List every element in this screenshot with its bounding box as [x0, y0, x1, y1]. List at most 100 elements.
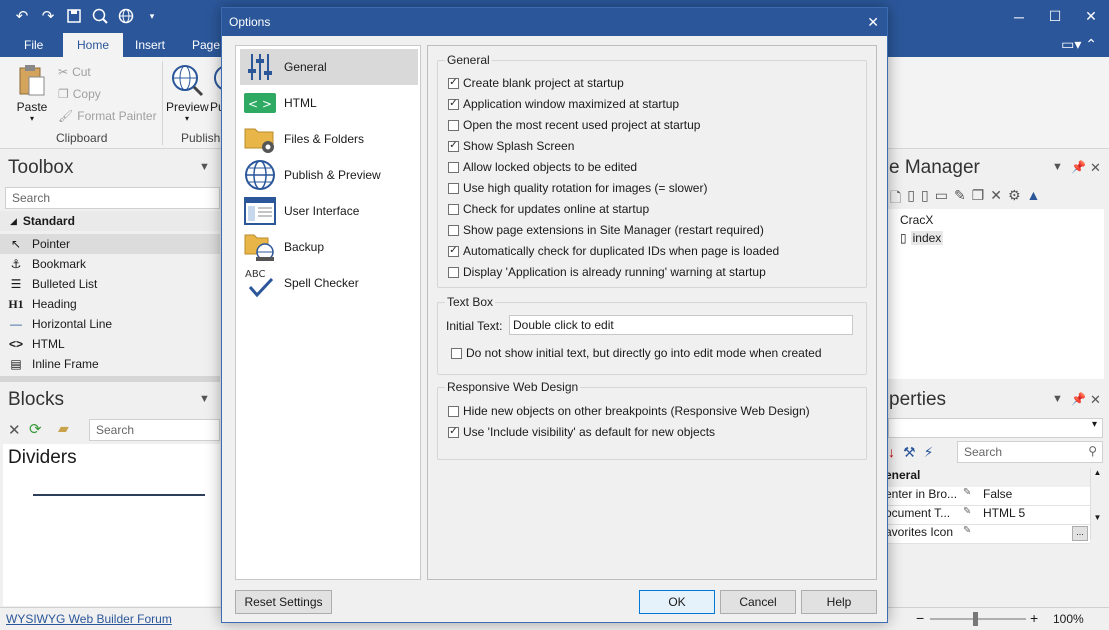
toolbox-item-html[interactable]: <> HTML — [0, 334, 220, 354]
option-high-quality-rotation[interactable]: Use high quality rotation for images (= … — [448, 181, 707, 195]
checkbox[interactable]: ✓ — [448, 426, 459, 438]
toolbox-item-pointer[interactable]: ↖ Pointer — [0, 234, 220, 254]
up-icon[interactable]: ▲ — [1027, 187, 1041, 211]
close-button[interactable]: ✕ — [1073, 0, 1109, 33]
page-icon[interactable]: ▯ — [907, 187, 915, 211]
panel-close-icon[interactable]: ✕ — [1090, 160, 1101, 176]
properties-section[interactable]: eneral — [885, 468, 920, 482]
preview-icon[interactable] — [90, 6, 110, 26]
option-open-recent-project[interactable]: Open the most recent used project at sta… — [448, 118, 700, 132]
folder-icon[interactable]: ▰ — [58, 420, 69, 437]
customize-icon[interactable]: ▾ — [142, 6, 162, 26]
pin-icon[interactable]: 📌 — [1071, 392, 1086, 406]
maximize-button[interactable]: ☐ — [1037, 0, 1073, 33]
option-window-maximized[interactable]: ✓ Application window maximized at startup — [448, 97, 679, 111]
checkbox[interactable] — [448, 161, 459, 173]
toolbox-item-horizontal-line[interactable]: — Horizontal Line — [0, 314, 220, 334]
nav-item-files-folders[interactable]: Files & Folders — [240, 121, 418, 157]
toolbox-item-inline-frame[interactable]: ▤ Inline Frame — [0, 354, 220, 374]
checkbox[interactable]: ✓ — [448, 245, 459, 257]
edit-icon[interactable]: ✎ — [963, 506, 983, 524]
page-copy-icon[interactable]: ▯ — [921, 187, 929, 211]
toolbox-search-input[interactable]: Search — [5, 187, 220, 209]
save-icon[interactable] — [64, 6, 84, 26]
tab-home[interactable]: Home — [63, 33, 124, 57]
ellipsis-button[interactable]: ... — [1072, 526, 1088, 541]
nav-item-html[interactable]: < > HTML — [240, 85, 418, 121]
checkbox[interactable] — [448, 203, 459, 215]
pin-icon[interactable]: 📌 — [1071, 160, 1086, 174]
property-row[interactable]: enter in Bro... ✎ False — [885, 487, 1090, 506]
toolbox-item-heading[interactable]: H1 Heading — [0, 294, 220, 314]
option-already-running-warning[interactable]: Display 'Application is already running'… — [448, 265, 766, 279]
object-selector[interactable]: ▾ — [888, 418, 1103, 438]
blocks-menu-icon[interactable]: ▼ — [199, 393, 210, 405]
undo-icon[interactable]: ↶ — [12, 6, 32, 26]
tab-insert[interactable]: Insert — [121, 33, 179, 57]
sort-az-icon[interactable]: ↓ — [888, 444, 895, 461]
dialog-close-button[interactable]: ✕ — [867, 8, 879, 36]
checkbox[interactable]: ✓ — [448, 98, 459, 110]
edit-icon[interactable]: ✎ — [963, 525, 983, 543]
folder-icon[interactable]: ▭ — [935, 187, 948, 211]
zoom-slider[interactable] — [930, 618, 1026, 620]
nav-item-backup[interactable]: Backup — [240, 229, 418, 265]
zoom-in-button[interactable]: + — [1030, 610, 1038, 626]
initial-text-input[interactable]: Double click to edit — [509, 315, 853, 335]
option-direct-edit-mode[interactable]: Do not show initial text, but directly g… — [451, 346, 822, 360]
site-root[interactable]: CracX — [900, 213, 933, 227]
edit-icon[interactable]: ✎ — [963, 487, 983, 505]
publish-icon[interactable] — [116, 6, 136, 26]
option-show-splash-screen[interactable]: ✓ Show Splash Screen — [448, 139, 574, 153]
forum-link[interactable]: WYSIWYG Web Builder Forum — [6, 612, 172, 626]
delete-icon[interactable]: ✕ — [8, 421, 21, 439]
checkbox[interactable] — [448, 224, 459, 236]
minimize-button[interactable]: ─ — [1001, 0, 1037, 33]
zoom-out-button[interactable]: − — [916, 610, 924, 626]
copy-button[interactable]: ❐ Copy — [58, 87, 101, 101]
properties-scrollbar[interactable]: ▲ ▼ — [1090, 468, 1104, 540]
wrench-icon[interactable]: ⚒ — [903, 444, 916, 461]
property-row[interactable]: avorites Icon ✎... — [885, 525, 1090, 544]
preview-button[interactable]: Preview ▾ — [166, 63, 209, 123]
checkbox[interactable] — [451, 347, 462, 359]
toolbox-menu-icon[interactable]: ▼ — [199, 161, 210, 173]
checkbox[interactable] — [448, 266, 459, 278]
help-button[interactable]: Help — [801, 590, 877, 614]
redo-icon[interactable]: ↷ — [38, 6, 58, 26]
blocks-search-input[interactable]: Search — [89, 419, 220, 441]
paste-button[interactable]: Paste ▾ — [10, 63, 54, 123]
option-check-duplicate-ids[interactable]: ✓ Automatically check for duplicated IDs … — [448, 244, 779, 258]
site-manager-menu-icon[interactable]: ▼ — [1052, 161, 1063, 173]
site-page-item[interactable]: ▯ index — [900, 231, 944, 245]
ok-button[interactable]: OK — [639, 590, 715, 614]
nav-item-spell-checker[interactable]: ABC Spell Checker — [240, 265, 418, 301]
display-icon[interactable]: ▭▾ ⌃ — [1061, 36, 1097, 53]
properties-menu-icon[interactable]: ▼ — [1052, 393, 1063, 405]
checkbox[interactable] — [448, 405, 459, 417]
duplicate-icon[interactable]: ❐ — [972, 187, 985, 211]
new-page-icon[interactable]: 🗋 — [890, 187, 901, 211]
nav-item-general[interactable]: General — [240, 49, 418, 85]
checkbox[interactable]: ✓ — [448, 140, 459, 152]
option-show-page-extensions[interactable]: Show page extensions in Site Manager (re… — [448, 223, 764, 237]
divider-block[interactable] — [33, 494, 205, 496]
cut-button[interactable]: ✂ Cut — [58, 65, 91, 79]
checkbox[interactable] — [448, 182, 459, 194]
nav-item-user-interface[interactable]: User Interface — [240, 193, 418, 229]
option-allow-locked-objects[interactable]: Allow locked objects to be edited — [448, 160, 637, 174]
reset-settings-button[interactable]: Reset Settings — [235, 590, 332, 614]
toolbox-item-bulleted-list[interactable]: ☰ Bulleted List — [0, 274, 220, 294]
toolbox-category[interactable]: ◢ Standard — [0, 211, 220, 231]
properties-search-input[interactable]: Search ⚲ — [957, 441, 1103, 463]
format-painter-button[interactable]: 🖌 Format Painter — [58, 109, 157, 123]
option-include-visibility[interactable]: ✓ Use 'Include visibility' as default for… — [448, 425, 715, 439]
option-hide-on-breakpoints[interactable]: Hide new objects on other breakpoints (R… — [448, 404, 810, 418]
toolbox-item-bookmark[interactable]: ⚓ Bookmark — [0, 254, 220, 274]
property-row[interactable]: ocument T... ✎ HTML 5 — [885, 506, 1090, 525]
events-icon[interactable]: ⚡ — [924, 444, 934, 461]
checkbox[interactable]: ✓ — [448, 77, 459, 89]
tab-file[interactable]: File — [10, 33, 57, 57]
option-create-blank-project[interactable]: ✓ Create blank project at startup — [448, 76, 624, 90]
panel-close-icon[interactable]: ✕ — [1090, 392, 1101, 408]
